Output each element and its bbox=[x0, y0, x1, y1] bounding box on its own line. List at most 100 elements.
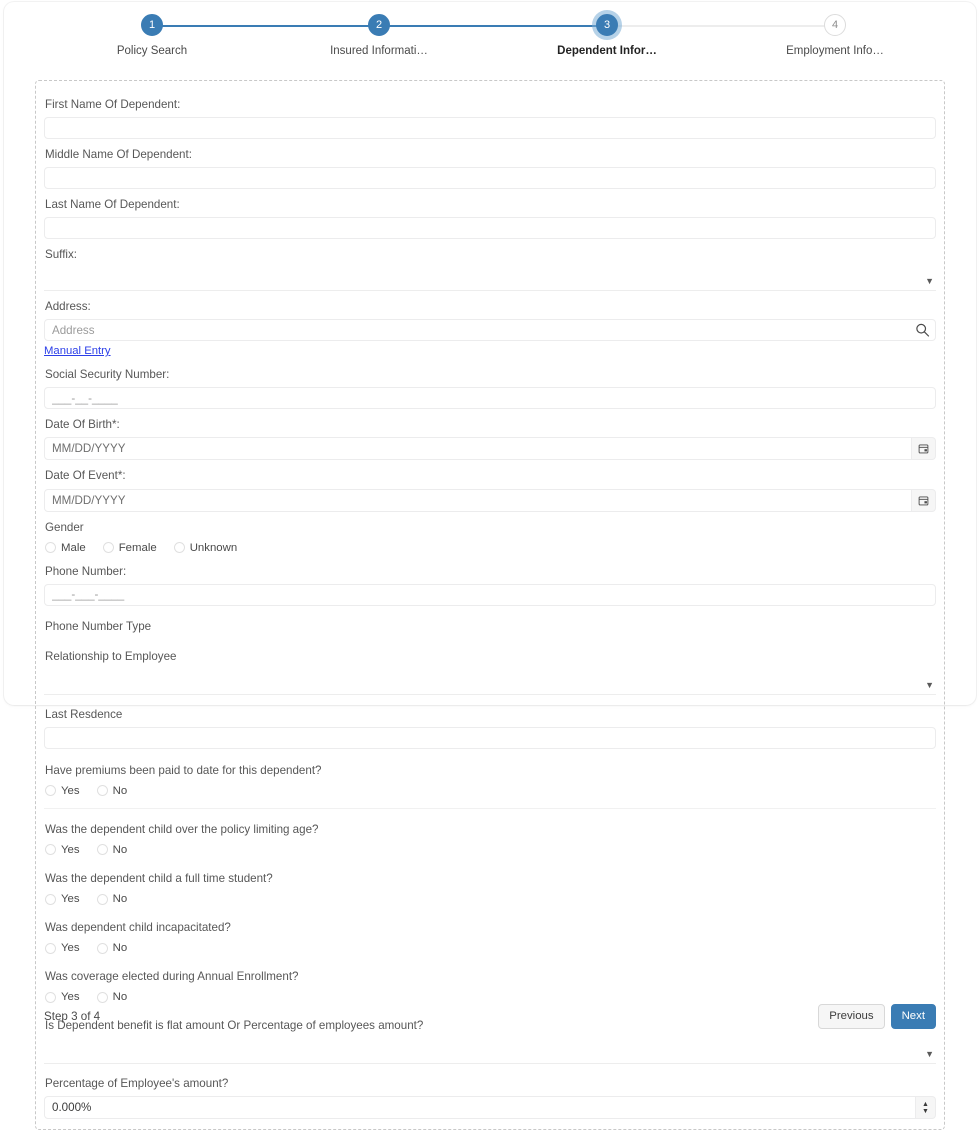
date-of-birth-input[interactable] bbox=[44, 437, 912, 461]
stepper-bubble-4[interactable]: 4 bbox=[824, 14, 846, 36]
stepper-label-2: Insured Informati… bbox=[330, 45, 428, 57]
date-of-birth-label: Date Of Birth*: bbox=[45, 418, 120, 432]
benefit-type-select[interactable]: ▼ bbox=[44, 1038, 936, 1065]
question-radio-group: Yes No bbox=[44, 783, 936, 799]
question-radio-group: Yes No bbox=[44, 842, 936, 858]
percentage-stepper[interactable]: ▲ ▼ bbox=[916, 1096, 936, 1120]
field-suffix: Suffix: ▼ bbox=[44, 239, 936, 292]
question-option-yes[interactable]: Yes bbox=[45, 942, 80, 954]
question-option-no[interactable]: No bbox=[96, 942, 128, 955]
gender-option-male[interactable]: Male bbox=[45, 542, 86, 554]
question-label: Was the dependent child a full time stud… bbox=[45, 871, 273, 885]
calendar-icon[interactable] bbox=[912, 437, 936, 461]
suffix-select[interactable]: ▼ bbox=[44, 267, 936, 292]
gender-option-label: Unknown bbox=[189, 541, 238, 554]
question-option-label: No bbox=[112, 843, 128, 856]
stepper-step-3[interactable]: 3 Dependent Infor… bbox=[527, 14, 687, 57]
chevron-down-icon: ▼ bbox=[925, 276, 934, 287]
gender-option-label: Male bbox=[61, 541, 86, 554]
question-option-no[interactable]: No bbox=[96, 784, 128, 797]
field-last-residence: Last Resdence bbox=[44, 695, 936, 749]
previous-button[interactable]: Previous bbox=[818, 1004, 885, 1029]
radio-icon[interactable] bbox=[96, 893, 108, 905]
question-option-no[interactable]: No bbox=[96, 893, 128, 905]
date-of-event-input[interactable] bbox=[44, 488, 912, 512]
field-gender: Gender Male Female Unknown bbox=[44, 512, 936, 556]
question-option-label: No bbox=[112, 942, 128, 955]
question-option-yes[interactable]: Yes bbox=[45, 785, 80, 797]
ssn-input[interactable] bbox=[44, 387, 936, 410]
radio-icon[interactable] bbox=[45, 991, 56, 1003]
suffix-label: Suffix: bbox=[45, 248, 78, 262]
step-counter: Step 3 of 4 bbox=[44, 1009, 101, 1023]
question-option-no[interactable]: No bbox=[96, 843, 128, 856]
field-question-incapacitated: Was dependent child incapacitated? Yes N… bbox=[44, 907, 936, 956]
field-question-annual-enrollment: Was coverage elected during Annual Enrol… bbox=[44, 956, 936, 1005]
manual-entry-link[interactable]: Manual Entry bbox=[44, 345, 111, 357]
calendar-icon[interactable] bbox=[912, 488, 936, 512]
question-option-label: No bbox=[112, 893, 128, 905]
next-button[interactable]: Next bbox=[890, 1004, 936, 1029]
question-option-label: No bbox=[112, 784, 128, 797]
field-question-premiums-paid: Have premiums been paid to date for this… bbox=[44, 749, 936, 799]
last-name-label: Last Name Of Dependent: bbox=[45, 198, 180, 212]
gender-label: Gender bbox=[45, 520, 84, 534]
ssn-label: Social Security Number: bbox=[45, 368, 170, 382]
question-option-no[interactable]: No bbox=[96, 991, 127, 1003]
percentage-label: Percentage of Employee's amount? bbox=[45, 1077, 229, 1091]
stepper-step-2[interactable]: 2 Insured Informati… bbox=[299, 14, 459, 57]
field-first-name: First Name Of Dependent: bbox=[44, 89, 936, 140]
question-option-yes[interactable]: Yes bbox=[45, 893, 80, 905]
field-phone-number: Phone Number: bbox=[44, 556, 936, 606]
radio-icon[interactable] bbox=[96, 844, 108, 856]
stepper-step-4[interactable]: 4 Employment Info… bbox=[755, 14, 915, 57]
stepper-step-1[interactable]: 1 Policy Search bbox=[72, 14, 232, 57]
gender-radio-group: Male Female Unknown bbox=[44, 540, 936, 556]
field-percentage: Percentage of Employee's amount? ▲ ▼ bbox=[44, 1064, 936, 1120]
radio-icon[interactable] bbox=[102, 542, 114, 554]
first-name-input[interactable] bbox=[44, 117, 936, 140]
progress-stepper: 1 Policy Search 2 Insured Informati… 3 D… bbox=[0, 0, 980, 72]
radio-icon[interactable] bbox=[45, 844, 56, 856]
last-residence-input[interactable] bbox=[44, 726, 936, 749]
radio-icon[interactable] bbox=[173, 542, 185, 554]
question-option-yes[interactable]: Yes bbox=[45, 844, 80, 856]
last-name-input[interactable] bbox=[44, 217, 936, 240]
field-phone-number-type: Phone Number Type bbox=[44, 606, 936, 639]
stepper-connector-2-3 bbox=[379, 25, 607, 27]
dependent-information-form: First Name Of Dependent: Middle Name Of … bbox=[35, 80, 945, 1130]
field-date-of-event: Date Of Event*: bbox=[44, 460, 936, 512]
middle-name-input[interactable] bbox=[44, 167, 936, 190]
radio-icon[interactable] bbox=[96, 991, 108, 1003]
stepper-connector-1-2 bbox=[152, 25, 379, 27]
stepper-label-4: Employment Info… bbox=[786, 45, 884, 57]
stepper-label-1: Policy Search bbox=[116, 45, 188, 57]
address-input[interactable] bbox=[44, 319, 936, 342]
field-question-over-limiting-age: Was the dependent child over the policy … bbox=[44, 809, 936, 858]
question-option-label: Yes bbox=[61, 784, 80, 797]
question-option-label: Yes bbox=[61, 991, 80, 1004]
stepper-bubble-1[interactable]: 1 bbox=[141, 14, 163, 36]
gender-option-unknown[interactable]: Unknown bbox=[173, 541, 238, 554]
relationship-label: Relationship to Employee bbox=[45, 649, 177, 663]
radio-icon[interactable] bbox=[45, 942, 56, 954]
form-footer: Step 3 of 4 Previous Next bbox=[44, 1004, 936, 1029]
radio-icon[interactable] bbox=[45, 785, 56, 797]
radio-icon[interactable] bbox=[45, 893, 56, 905]
question-option-yes[interactable]: Yes bbox=[45, 991, 80, 1003]
stepper-bubble-3[interactable]: 3 bbox=[596, 14, 618, 36]
gender-option-female[interactable]: Female bbox=[102, 542, 157, 554]
question-radio-group: Yes No bbox=[44, 989, 936, 1005]
question-label: Have premiums been paid to date for this… bbox=[45, 763, 322, 777]
radio-icon[interactable] bbox=[45, 542, 56, 554]
relationship-select[interactable]: ▼ bbox=[44, 669, 936, 695]
radio-icon[interactable] bbox=[96, 942, 108, 954]
search-icon[interactable] bbox=[915, 323, 930, 338]
spinner-up-icon[interactable]: ▲ bbox=[922, 1101, 929, 1108]
chevron-down-icon: ▼ bbox=[925, 679, 934, 690]
percentage-input[interactable] bbox=[44, 1096, 916, 1120]
phone-number-input[interactable] bbox=[44, 583, 936, 606]
stepper-bubble-2[interactable]: 2 bbox=[368, 14, 390, 36]
spinner-down-icon[interactable]: ▼ bbox=[922, 1108, 929, 1115]
radio-icon[interactable] bbox=[96, 785, 108, 797]
